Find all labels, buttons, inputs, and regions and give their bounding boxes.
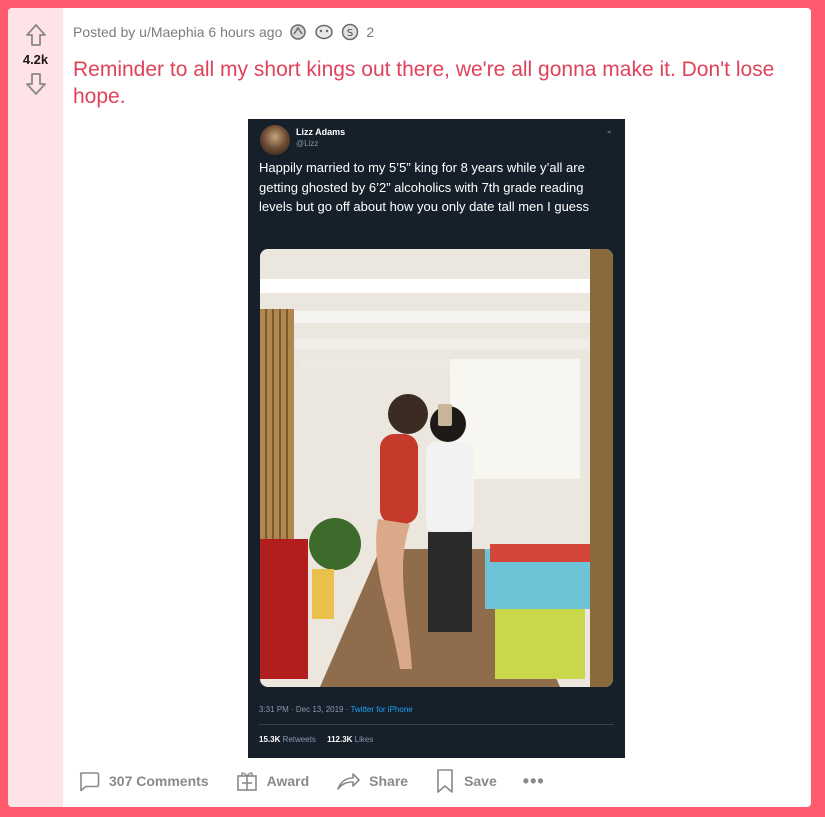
tweet-stats: 15.3K Retweets 112.3K Likes xyxy=(259,735,373,744)
post-main: Posted by u/Maephia 6 hours ago S 2 Remi… xyxy=(63,8,811,807)
tweet-divider xyxy=(259,724,614,725)
award-button[interactable]: Award xyxy=(235,769,310,793)
like-count: 112.3K xyxy=(327,735,353,744)
upvote-arrow-icon[interactable] xyxy=(23,22,49,48)
tweet-time: 3:31 PM · Dec 13, 2019 · xyxy=(259,705,351,714)
tweet-author-handle: @Lizz xyxy=(296,139,319,148)
downvote-arrow-icon[interactable] xyxy=(23,71,49,97)
tweet-avatar xyxy=(260,125,290,155)
tweet-source: Twitter for iPhone xyxy=(350,705,413,714)
coin-award-icon[interactable]: S xyxy=(340,22,360,42)
posted-by-text[interactable]: Posted by u/Maephia 6 hours ago xyxy=(73,24,282,40)
more-options-button[interactable]: ••• xyxy=(523,771,545,792)
post-actions-bar: 307 Comments Award Share Save ••• xyxy=(77,768,545,794)
silver-award-icon[interactable] xyxy=(288,22,308,42)
post-title[interactable]: Reminder to all my short kings out there… xyxy=(73,56,808,110)
save-label: Save xyxy=(464,773,497,789)
award-count: 2 xyxy=(366,24,375,40)
bookmark-icon xyxy=(437,769,453,793)
comments-label: 307 Comments xyxy=(109,773,209,789)
award-label: Award xyxy=(266,773,310,789)
more-options-icon: ••• xyxy=(522,770,545,791)
comment-icon xyxy=(80,772,100,792)
retweet-count: 15.3K xyxy=(259,735,281,744)
vote-score: 4.2k xyxy=(22,52,49,67)
share-button[interactable]: Share xyxy=(335,769,408,793)
tweet-photo xyxy=(260,249,613,687)
tweet-screenshot-image[interactable]: Lizz Adams @Lizz ⌄ Happily married to my… xyxy=(248,119,625,758)
helpful-award-icon[interactable] xyxy=(314,22,334,42)
gift-icon xyxy=(236,772,257,791)
share-label: Share xyxy=(369,773,409,789)
tweet-timestamp: 3:31 PM · Dec 13, 2019 · Twitter for iPh… xyxy=(259,705,413,714)
svg-text:S: S xyxy=(347,28,353,39)
post-meta: Posted by u/Maephia 6 hours ago S 2 xyxy=(73,22,374,42)
tweet-text: Happily married to my 5’5” king for 8 ye… xyxy=(259,160,590,214)
comments-button[interactable]: 307 Comments xyxy=(77,769,209,793)
tweet-author-name: Lizz Adams xyxy=(296,127,346,137)
save-button[interactable]: Save xyxy=(434,768,497,794)
retweets-label: Retweets xyxy=(280,735,316,744)
likes-label: Likes xyxy=(352,735,374,744)
chevron-down-icon: ⌄ xyxy=(605,125,613,135)
share-arrow-icon xyxy=(337,773,360,790)
vote-column: 4.2k xyxy=(8,8,63,807)
post-card: 4.2k Posted by u/Maephia 6 hours ago S 2… xyxy=(8,8,811,807)
